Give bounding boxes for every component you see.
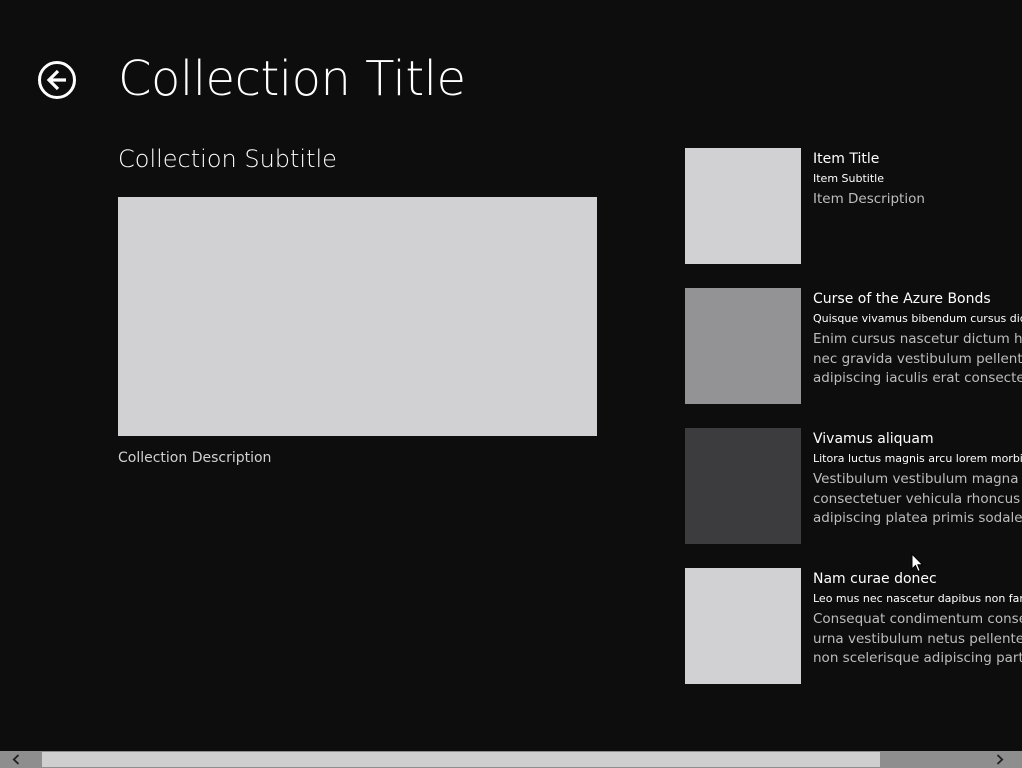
- item-subtitle: Litora luctus magnis arcu lorem morbi b: [813, 452, 1022, 465]
- item-description: Item Description: [813, 191, 925, 207]
- item-description: consectetuer vehicula rhoncus pel: [813, 490, 1022, 507]
- list-item[interactable]: Curse of the Azure Bonds Quisque vivamus…: [685, 288, 1022, 404]
- back-button[interactable]: [37, 60, 77, 100]
- scroll-right-button[interactable]: [982, 751, 1022, 768]
- collection-description: Collection Description: [118, 450, 272, 466]
- item-description: nec gravida vestibulum pellentesq: [813, 350, 1022, 367]
- item-description: urna vestibulum netus pellentesqu: [813, 630, 1022, 647]
- scroll-thumb[interactable]: [42, 752, 880, 767]
- mouse-pointer-icon: [911, 552, 925, 573]
- item-title: Item Title: [813, 151, 880, 167]
- list-item[interactable]: Vivamus aliquam Litora luctus magnis arc…: [685, 428, 1022, 544]
- collection-image[interactable]: [118, 197, 597, 436]
- list-item[interactable]: Nam curae donec Leo mus nec nascetur dap…: [685, 568, 1022, 684]
- item-text: Curse of the Azure Bonds Quisque vivamus…: [813, 288, 1022, 389]
- page-title: Collection Title: [118, 51, 466, 107]
- horizontal-scrollbar[interactable]: [0, 751, 1022, 768]
- item-thumbnail: [685, 428, 801, 544]
- scroll-left-button[interactable]: [0, 751, 40, 768]
- item-thumbnail: [685, 568, 801, 684]
- chevron-right-icon: [996, 754, 1004, 765]
- back-arrow-icon: [38, 61, 76, 99]
- item-text: Vivamus aliquam Litora luctus magnis arc…: [813, 428, 1022, 529]
- chevron-left-icon: [12, 754, 20, 765]
- item-description: Enim cursus nascetur dictum habit: [813, 331, 1022, 347]
- item-description: Vestibulum vestibulum magna sce: [813, 471, 1022, 487]
- item-description: adipiscing platea primis sodales pa: [813, 510, 1022, 526]
- item-description: Consequat condimentum consecte: [813, 611, 1022, 627]
- collection-subtitle: Collection Subtitle: [118, 145, 337, 173]
- list-item[interactable]: Item Title Item Subtitle Item Descriptio…: [685, 148, 1022, 264]
- app-page: Collection Title Collection Subtitle Col…: [0, 0, 1022, 768]
- item-text: Item Title Item Subtitle Item Descriptio…: [813, 148, 1022, 210]
- item-title: Curse of the Azure Bonds: [813, 291, 991, 307]
- items-list: Item Title Item Subtitle Item Descriptio…: [685, 148, 1022, 688]
- item-thumbnail: [685, 148, 801, 264]
- item-text: Nam curae donec Leo mus nec nascetur dap…: [813, 568, 1022, 669]
- item-description: non scelerisque adipiscing parturie: [813, 650, 1022, 666]
- item-description: adipiscing iaculis erat consectetue: [813, 370, 1022, 386]
- item-subtitle: Item Subtitle: [813, 172, 884, 185]
- item-subtitle: Quisque vivamus bibendum cursus dict: [813, 312, 1022, 325]
- item-title: Vivamus aliquam: [813, 431, 934, 447]
- item-subtitle: Leo mus nec nascetur dapibus non fam: [813, 592, 1022, 605]
- item-thumbnail: [685, 288, 801, 404]
